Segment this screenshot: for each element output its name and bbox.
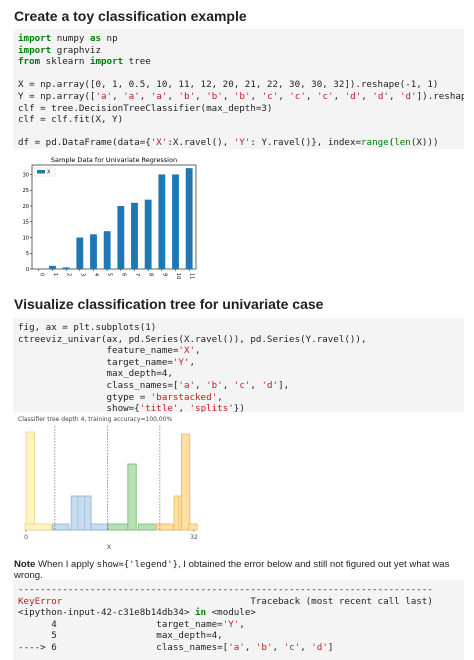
code2-line: target_name='Y', [18, 357, 464, 369]
y-tick-label: 10 [23, 235, 29, 241]
bar [158, 174, 165, 269]
code1-line [18, 68, 464, 80]
code3-line: KeyError Traceback (most recent call las… [18, 596, 464, 608]
chart-title: Classifier tree depth 4, training accura… [18, 416, 173, 423]
y-tick-label: 20 [23, 204, 29, 210]
x-tick-label: 11 [189, 273, 195, 279]
hist-bar-d [189, 524, 197, 530]
hist-bar-a [25, 524, 52, 530]
code3-line: 5 max_depth=4, [18, 630, 464, 642]
hist-bar-b [71, 496, 91, 530]
x-tick-label: 4 [93, 273, 99, 276]
x-tick-label: 32 [190, 534, 198, 541]
y-tick-label: 30 [23, 172, 29, 178]
bar [131, 203, 138, 269]
hist-bar-d [181, 434, 189, 530]
code1-line: Y = np.array(['a', 'a', 'a', 'b', 'b', '… [18, 91, 464, 103]
code1-line: import numpy as np [18, 33, 464, 45]
code2-line: max_depth=4, [18, 368, 464, 380]
code2-line: fig, ax = plt.subplots(1) [18, 322, 464, 334]
code1-line: df = pd.DataFrame(data={'X':X.ravel(), '… [18, 137, 464, 149]
y-tick-label: 5 [26, 251, 29, 257]
x-tick-label: 10 [175, 273, 181, 279]
x-tick-label: 7 [134, 273, 140, 276]
classifier-tree-chart: Classifier tree depth 4, training accura… [12, 414, 198, 550]
section-heading-create-example: Create a toy classification example [14, 8, 247, 24]
bar [186, 168, 193, 269]
note-code: show={'legend'} [97, 560, 178, 570]
code-cell-error-trace[interactable]: ----------------------------------------… [13, 580, 464, 660]
x-tick-label: 0 [24, 534, 28, 541]
code2-line: show={'title', 'splits'}) [18, 403, 464, 412]
section-heading-visualize: Visualize classification tree for univar… [14, 296, 323, 312]
code2-line: gtype = 'barstacked', [18, 392, 464, 404]
y-tick-label: 15 [23, 220, 29, 226]
x-tick-label: 0 [38, 273, 44, 276]
y-tick-label: 25 [23, 188, 29, 194]
hist-bar-c [128, 464, 136, 530]
bar-chart-sample-data: Sample Data for Univariate Regression 0 5 1… [10, 153, 200, 278]
x-tick-label: 5 [107, 273, 113, 276]
x-axis-label: X [107, 543, 112, 551]
hist-bar-d [156, 524, 173, 530]
x-tick-label: 8 [148, 273, 154, 276]
chart-title: Sample Data for Univariate Regression [51, 156, 177, 164]
code3-line: <ipython-input-42-c31e8b14db34> in <modu… [18, 607, 464, 619]
bar [117, 206, 124, 269]
code3-line: 4 target_name='Y', [18, 619, 464, 631]
hist-bar-c [108, 524, 128, 530]
legend-swatch [37, 170, 45, 174]
code1-line [18, 126, 464, 138]
x-tick-label: 2 [66, 273, 72, 276]
note-paragraph: Note When I apply show={'legend'}, I obt… [14, 559, 474, 581]
code3-line: ----> 6 class_names=['a', 'b', 'c', 'd'] [18, 642, 464, 654]
note-label: Note [14, 559, 35, 570]
code1-line: X = np.array([0, 1, 0.5, 10, 11, 12, 20,… [18, 79, 464, 91]
plot-area [32, 165, 196, 269]
code3-line: ----------------------------------------… [18, 584, 464, 596]
bar [76, 237, 83, 269]
code2-line: class_names=['a', 'b', 'c', 'd'], [18, 380, 464, 392]
bar [104, 231, 111, 269]
bar [63, 267, 70, 269]
note-text-before: When I apply [35, 559, 96, 570]
hist-bar-a [26, 432, 34, 530]
code-cell-visualize[interactable]: fig, ax = plt.subplots(1)ctreeviz_univar… [13, 318, 464, 412]
bar [90, 234, 97, 269]
x-tick-label: 3 [79, 273, 85, 276]
hist-bar-c [138, 524, 156, 530]
hist-bar-b [91, 524, 108, 530]
code-cell-create-example[interactable]: import numpy as npimport graphvizfrom sk… [13, 29, 464, 149]
code2-line: ctreeviz_univar(ax, pd.Series(X.ravel())… [18, 334, 464, 346]
code1-line: import graphviz [18, 45, 464, 57]
legend-label: X [47, 170, 51, 176]
code1-line: clf = tree.DecisionTreeClassifier(max_de… [18, 103, 464, 115]
x-tick-label: 9 [161, 273, 167, 276]
code2-line: feature_name='X', [18, 345, 464, 357]
x-tick-label: 6 [120, 273, 126, 276]
bar [49, 266, 56, 269]
bar [172, 174, 179, 269]
y-tick-label: 0 [26, 267, 29, 273]
code1-line: clf = clf.fit(X, Y) [18, 114, 464, 126]
bar [145, 200, 152, 269]
x-tick-label: 1 [52, 273, 58, 276]
code1-line: from sklearn import tree [18, 56, 464, 68]
